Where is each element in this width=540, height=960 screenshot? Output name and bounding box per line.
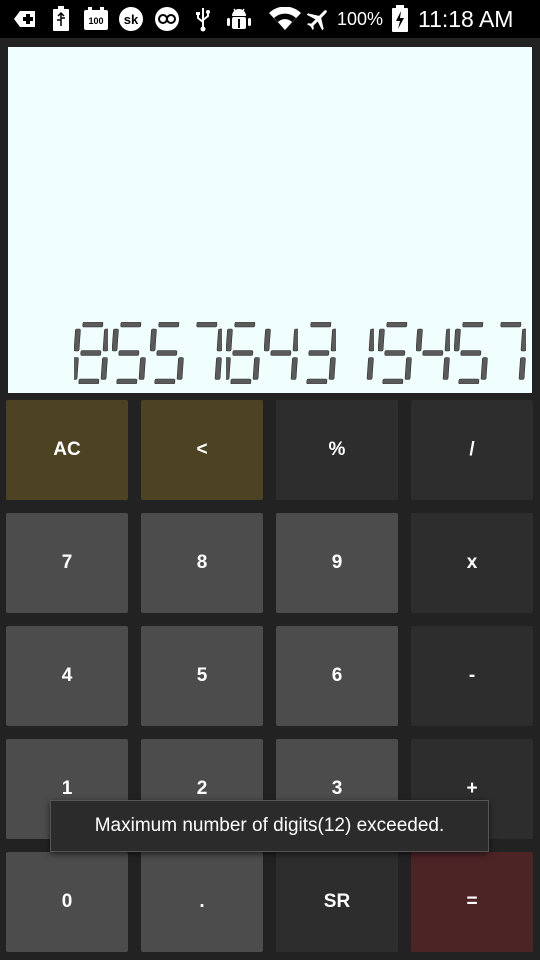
divide-button[interactable]: / bbox=[411, 400, 533, 500]
percent-button[interactable]: % bbox=[276, 400, 398, 500]
airplane-mode-icon bbox=[304, 6, 332, 32]
equals-button[interactable]: = bbox=[411, 852, 533, 952]
digit-0-button[interactable]: 0 bbox=[6, 852, 128, 952]
calculator-display bbox=[8, 47, 532, 393]
display-digit bbox=[340, 322, 374, 386]
svg-text:100: 100 bbox=[88, 16, 103, 26]
wifi-icon bbox=[269, 6, 301, 32]
display-digit bbox=[188, 322, 222, 386]
ac-button[interactable]: AC bbox=[6, 400, 128, 500]
pa-app-icon bbox=[153, 6, 181, 32]
digit-8-button[interactable]: 8 bbox=[141, 513, 263, 613]
display-digit bbox=[416, 322, 450, 386]
digit-7-button[interactable]: 7 bbox=[6, 513, 128, 613]
display-digit bbox=[492, 322, 526, 386]
plus-icon bbox=[10, 6, 38, 32]
display-digit bbox=[454, 322, 488, 386]
decimal-button[interactable]: . bbox=[141, 852, 263, 952]
backspace-button[interactable]: < bbox=[141, 400, 263, 500]
clock: 11:18 AM bbox=[418, 6, 514, 32]
display-digit bbox=[112, 322, 146, 386]
digit-9-button[interactable]: 9 bbox=[276, 513, 398, 613]
display-digit bbox=[302, 322, 336, 386]
display-digit bbox=[74, 322, 108, 386]
display-digit bbox=[150, 322, 184, 386]
subtract-button[interactable]: - bbox=[411, 626, 533, 726]
display-digit bbox=[226, 322, 260, 386]
svg-text:sk: sk bbox=[124, 12, 139, 27]
usb-battery-icon bbox=[47, 6, 75, 32]
status-bar: 100 sk 100% 11:18 AM bbox=[0, 0, 540, 38]
toast-message: Maximum number of digits(12) exceeded. bbox=[50, 800, 489, 852]
usb-icon bbox=[189, 6, 217, 32]
multiply-button[interactable]: x bbox=[411, 513, 533, 613]
digit-5-button[interactable]: 5 bbox=[141, 626, 263, 726]
digit-4-button[interactable]: 4 bbox=[6, 626, 128, 726]
battery-100-icon: 100 bbox=[82, 6, 110, 32]
digit-6-button[interactable]: 6 bbox=[276, 626, 398, 726]
battery-percent: 100% bbox=[337, 9, 384, 29]
battery-charging-icon bbox=[389, 5, 411, 32]
display-digit bbox=[378, 322, 412, 386]
square-root-button[interactable]: SR bbox=[276, 852, 398, 952]
skype-icon: sk bbox=[117, 6, 145, 32]
display-value bbox=[74, 322, 526, 386]
android-debug-icon bbox=[225, 6, 253, 32]
display-digit bbox=[264, 322, 298, 386]
